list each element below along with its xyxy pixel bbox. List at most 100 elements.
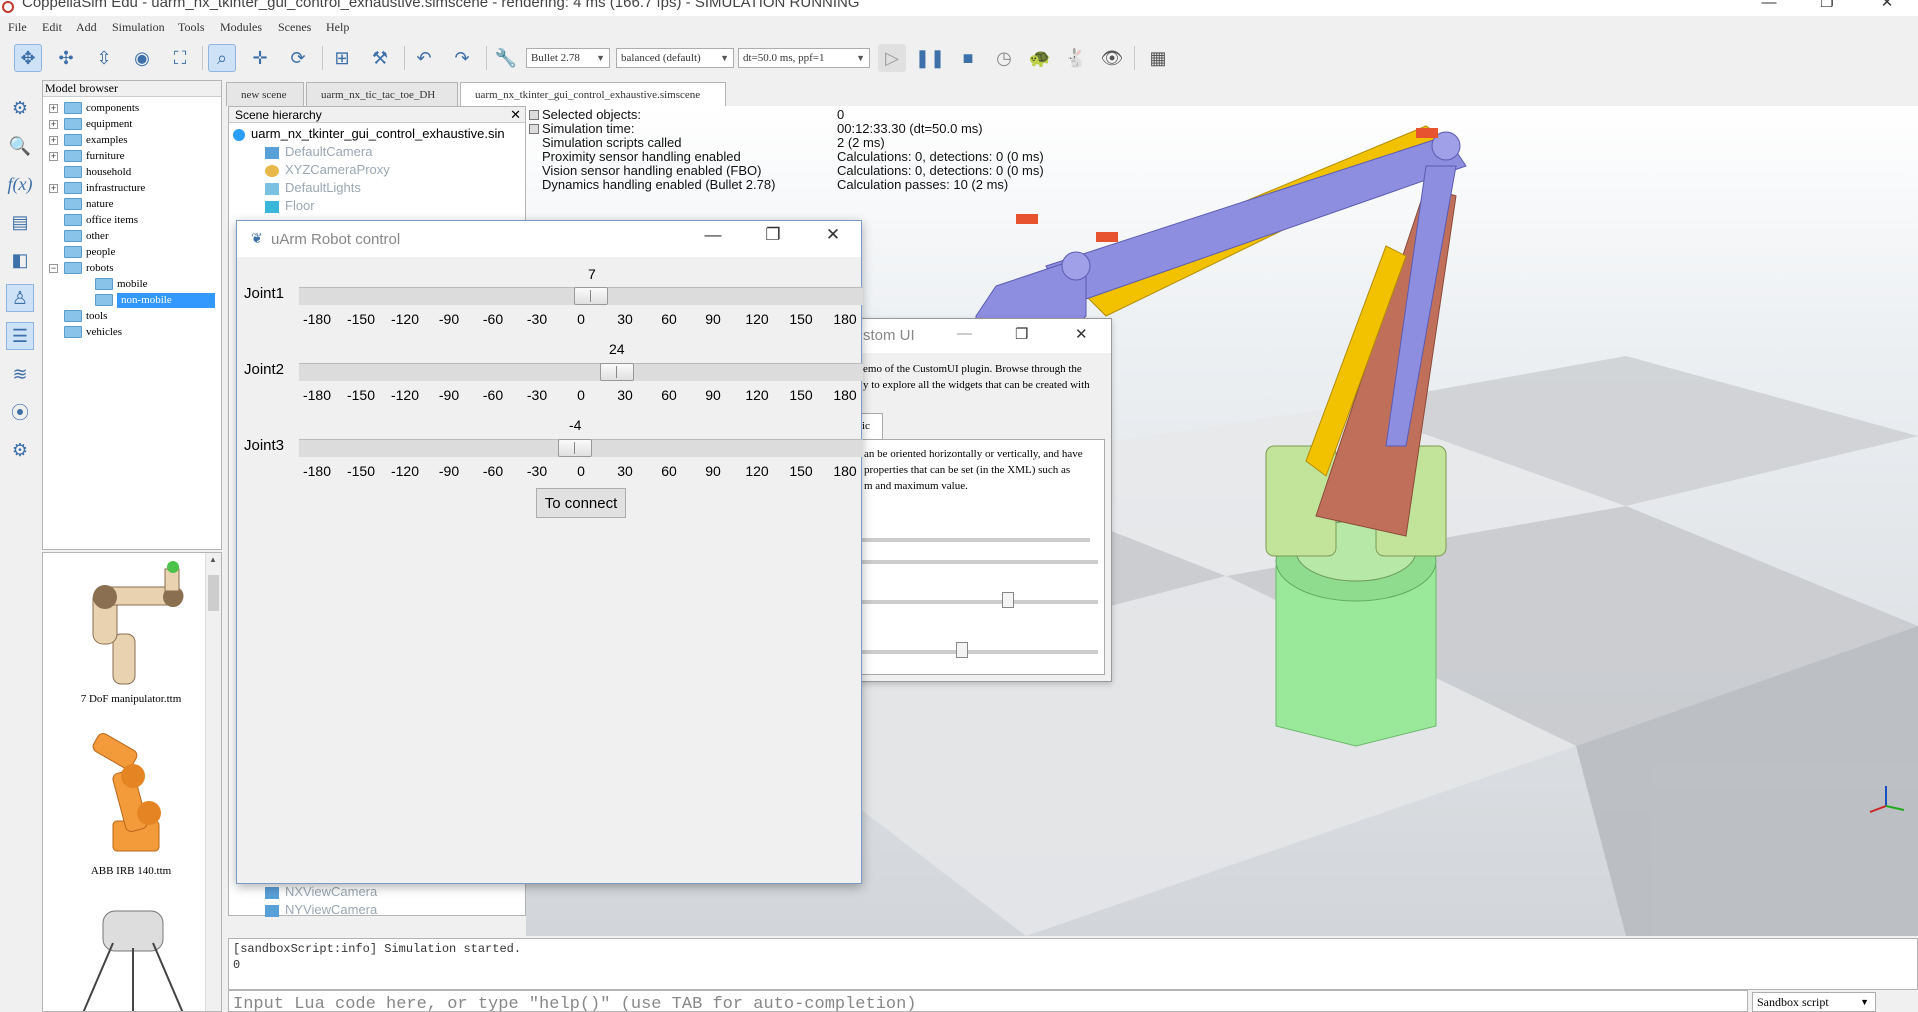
fit-to-view-icon[interactable]: ⛶ (166, 44, 194, 72)
joint2-slider[interactable] (299, 363, 863, 381)
object-rotate-icon[interactable]: ⟳ (284, 44, 312, 72)
horizontal-slider-3[interactable] (854, 600, 1098, 604)
scrollbar-thumb[interactable] (208, 575, 219, 611)
scripts-icon[interactable]: f(x) (6, 170, 34, 198)
user-settings-icon[interactable]: ⚙ (6, 436, 34, 464)
tree-item-other[interactable]: other (64, 229, 109, 244)
thumbnail-scrollbar[interactable]: ▲ (205, 553, 221, 1011)
maximize-button[interactable]: ❐ (1804, 0, 1850, 10)
menu-modules[interactable]: Modules (220, 20, 262, 35)
faster-icon[interactable]: 🐇 (1062, 44, 1090, 72)
horizontal-slider-4[interactable] (854, 650, 1098, 654)
expand-icon[interactable]: + (49, 135, 58, 145)
scene-item-xyzcameraproxy[interactable]: XYZCameraProxy (265, 161, 390, 179)
tree-item-office-items[interactable]: office items (64, 213, 138, 228)
camera-shift-icon[interactable]: ⇳ (90, 44, 118, 72)
close-icon[interactable]: ✕ (510, 107, 521, 123)
tab-uarm-tic-tac-toe[interactable]: uarm_nx_tic_tac_toe_DH (306, 82, 458, 106)
info-toggle-checkbox[interactable] (529, 110, 539, 120)
camera-rotate-icon[interactable]: ✣ (52, 44, 80, 72)
click-select-icon[interactable]: ⌕ (208, 44, 236, 72)
minimize-button[interactable]: — (957, 325, 972, 342)
scene-item-defaultlights[interactable]: DefaultLights (265, 179, 361, 197)
scene-item-nxviewcamera[interactable]: NXViewCamera (265, 883, 377, 901)
model-browser-toggle-icon[interactable]: ♙ (6, 284, 34, 312)
scroll-up-icon[interactable]: ▲ (209, 555, 217, 564)
visualization-toggle-icon[interactable]: 👁 (1098, 44, 1126, 72)
transfer-dna-icon[interactable]: ⚒ (366, 44, 394, 72)
menu-file[interactable]: File (8, 20, 27, 35)
joint1-slider[interactable] (299, 287, 863, 305)
menu-scenes[interactable]: Scenes (278, 20, 311, 35)
script-selector[interactable]: Sandbox script ▼ (1752, 992, 1876, 1012)
camera-pan-icon[interactable]: ✥ (14, 44, 42, 72)
redo-icon[interactable]: ↷ (448, 44, 476, 72)
expand-icon[interactable]: + (49, 151, 58, 161)
menu-add[interactable]: Add (76, 20, 97, 35)
info-toggle-checkbox[interactable] (529, 124, 539, 134)
tree-item-robots[interactable]: − robots (49, 261, 114, 276)
close-button[interactable]: ✕ (813, 225, 853, 245)
7dof-manipulator-thumbnail[interactable] (63, 559, 203, 689)
collections-icon[interactable]: ▤ (6, 208, 34, 236)
maximize-button[interactable]: ❐ (753, 225, 793, 245)
tab-slider[interactable]: ic (859, 413, 883, 439)
joint3-slider-thumb[interactable] (558, 439, 593, 457)
close-button[interactable]: ✕ (1075, 325, 1088, 343)
stop-simulation-icon[interactable]: ■ (954, 44, 982, 72)
scene-item-defaultcamera[interactable]: DefaultCamera (265, 143, 372, 161)
shape-edit-icon[interactable]: ◧ (6, 246, 34, 274)
tree-item-people[interactable]: people (64, 245, 115, 260)
slower-icon[interactable]: 🐢 (1026, 44, 1054, 72)
slider-thumb[interactable] (1002, 592, 1014, 608)
simulation-settings-icon[interactable]: ⚙ (6, 94, 34, 122)
joint2-slider-thumb[interactable] (599, 363, 634, 381)
engine-mode-select[interactable]: balanced (default) ▼ (616, 48, 734, 68)
maximize-button[interactable]: ❐ (1015, 325, 1028, 343)
scene-hierarchy-toggle-icon[interactable]: ☰ (6, 322, 34, 350)
tab-new-scene[interactable]: new scene (226, 82, 304, 106)
minimize-button[interactable]: — (693, 225, 733, 245)
joint3-slider[interactable] (299, 439, 863, 457)
lua-command-input[interactable]: Input Lua code here, or type "help()" (u… (228, 990, 1748, 1012)
undo-icon[interactable]: ↶ (410, 44, 438, 72)
expand-icon[interactable]: + (49, 103, 58, 113)
tree-item-tools[interactable]: tools (64, 309, 107, 324)
tree-item-nature[interactable]: nature (64, 197, 113, 212)
joint1-slider-thumb[interactable] (574, 287, 609, 305)
abb-irb140-thumbnail[interactable] (63, 731, 203, 861)
tree-item-furniture[interactable]: + furniture (49, 149, 124, 164)
scene-item-nyviewcamera[interactable]: NYViewCamera (265, 901, 377, 919)
start-simulation-icon[interactable]: ▷ (878, 44, 906, 72)
tree-item-household[interactable]: household (64, 165, 131, 180)
connect-button[interactable]: To connect (536, 488, 626, 518)
layers-icon[interactable]: ≋ (6, 360, 34, 388)
page-selector-icon[interactable]: ▦ (1144, 44, 1172, 72)
tree-item-vehicles[interactable]: vehicles (64, 325, 122, 340)
scene-item-floor[interactable]: Floor (265, 197, 315, 215)
tab-uarm-tkinter-gui[interactable]: uarm_nx_tkinter_gui_control_exhaustive.s… (460, 82, 726, 108)
menu-tools[interactable]: Tools (178, 20, 205, 35)
tree-item-components[interactable]: + components (49, 101, 139, 116)
horizontal-slider-2[interactable] (854, 560, 1098, 564)
timestep-select[interactable]: dt=50.0 ms, ppf=1 ▼ (738, 48, 870, 68)
menu-simulation[interactable]: Simulation (112, 20, 165, 35)
horizontal-slider-1[interactable] (854, 538, 1090, 542)
expand-icon[interactable]: + (49, 119, 58, 129)
tree-item-infrastructure[interactable]: + infrastructure (49, 181, 145, 196)
tree-item-equipment[interactable]: + equipment (49, 117, 132, 132)
physics-engine-select[interactable]: Bullet 2.78 ▼ (526, 48, 610, 68)
close-button[interactable]: ✕ (1864, 0, 1910, 10)
dynamics-toggle-icon[interactable]: 🔧 (492, 44, 520, 72)
video-recorder-icon[interactable]: ⦿ (6, 398, 34, 426)
calculation-modules-icon[interactable]: 🔍 (6, 132, 34, 160)
scene-root[interactable]: uarm_nx_tkinter_gui_control_exhaustive.s… (233, 125, 505, 143)
collapse-icon[interactable]: − (49, 263, 58, 273)
minimize-button[interactable]: — (1746, 0, 1792, 10)
assemble-icon[interactable]: ⊞ (328, 44, 356, 72)
camera-angle-icon[interactable]: ◉ (128, 44, 156, 72)
pause-simulation-icon[interactable]: ❚❚ (915, 44, 945, 72)
tree-item-non-mobile[interactable]: non-mobile (95, 293, 221, 308)
tree-item-mobile[interactable]: mobile (95, 277, 148, 292)
menu-help[interactable]: Help (326, 20, 349, 35)
